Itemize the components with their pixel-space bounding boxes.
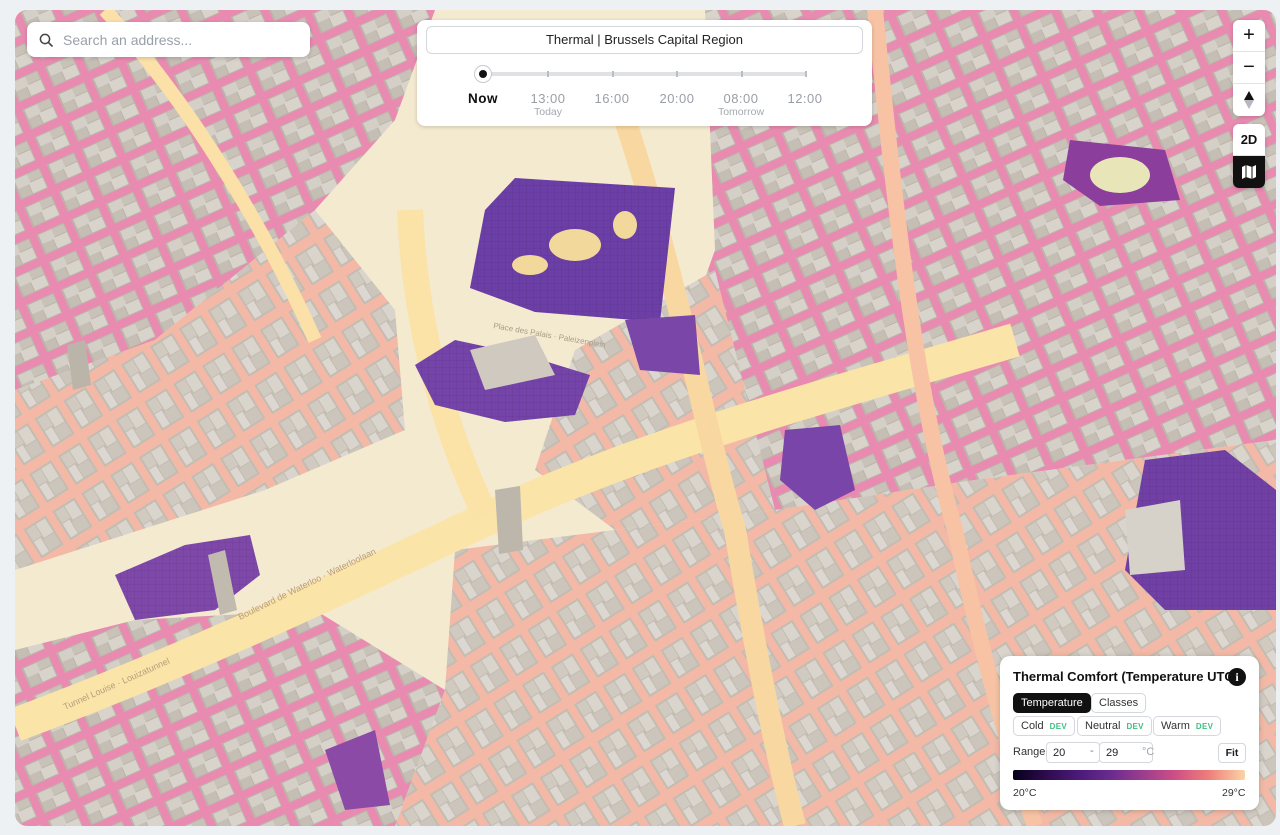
timeline-tick xyxy=(612,71,614,77)
range-label: Range xyxy=(1013,746,1046,758)
timeline-slider[interactable] xyxy=(483,71,807,77)
time-sublabel-today: Today xyxy=(533,106,563,118)
range-separator: - xyxy=(1090,745,1094,757)
class-label: Neutral xyxy=(1085,720,1121,732)
search-bar[interactable] xyxy=(27,22,310,57)
time-panel: Thermal | Brussels Capital Region Now 13… xyxy=(417,20,872,126)
timeline-tick xyxy=(547,71,549,77)
zoom-out-button[interactable]: − xyxy=(1233,52,1265,84)
dev-badge: DEV xyxy=(1049,722,1067,731)
dev-badge: DEV xyxy=(1126,722,1144,731)
map-icon xyxy=(1242,165,1256,179)
layer-selector[interactable]: Thermal | Brussels Capital Region xyxy=(426,26,863,54)
timeline-handle[interactable] xyxy=(475,66,491,82)
time-1200[interactable]: 12:00 xyxy=(770,91,840,106)
time-1300[interactable]: 13:00 xyxy=(513,91,583,106)
map-style-button[interactable] xyxy=(1233,156,1265,188)
legend-panel: Thermal Comfort (Temperature UTCI) i Tem… xyxy=(1000,656,1259,810)
time-0800[interactable]: 08:00 xyxy=(706,91,776,106)
compass-icon xyxy=(1244,91,1254,109)
tab-temperature[interactable]: Temperature xyxy=(1013,693,1091,713)
zoom-in-button[interactable]: + xyxy=(1233,20,1265,52)
class-label: Cold xyxy=(1021,720,1044,732)
time-sublabel-tomorrow: Tomorrow xyxy=(717,106,765,118)
park-path xyxy=(549,229,601,261)
color-scale-bar xyxy=(1013,770,1245,780)
tab-classes[interactable]: Classes xyxy=(1091,693,1147,713)
info-icon[interactable]: i xyxy=(1228,668,1246,686)
time-1600[interactable]: 16:00 xyxy=(577,91,647,106)
search-icon xyxy=(39,33,53,47)
class-cold-toggle[interactable]: Cold DEV xyxy=(1013,716,1075,736)
search-input[interactable] xyxy=(61,30,295,49)
timeline-tick xyxy=(805,71,807,77)
view-controls: 2D xyxy=(1233,124,1265,188)
time-2000[interactable]: 20:00 xyxy=(642,91,712,106)
class-label: Warm xyxy=(1161,720,1190,732)
class-neutral-toggle[interactable]: Neutral DEV xyxy=(1077,716,1152,736)
navigation-controls: + − xyxy=(1233,20,1265,116)
tower-building xyxy=(1125,500,1185,575)
dev-badge: DEV xyxy=(1195,722,1214,731)
tower-building xyxy=(495,486,523,554)
scale-max-label: 29°C xyxy=(1222,787,1246,799)
compass-button[interactable] xyxy=(1233,84,1265,116)
range-unit: °C xyxy=(1142,746,1155,758)
view-2d-button[interactable]: 2D xyxy=(1233,124,1265,156)
scale-min-label: 20°C xyxy=(1013,787,1037,799)
fit-button[interactable]: Fit xyxy=(1218,743,1246,763)
timeline-tick xyxy=(741,71,743,77)
time-now[interactable]: Now xyxy=(448,91,518,106)
timeline-tick xyxy=(676,71,678,77)
legend-title: Thermal Comfort (Temperature UTCI) xyxy=(1013,669,1242,684)
class-warm-toggle[interactable]: Warm DEV xyxy=(1153,716,1222,736)
